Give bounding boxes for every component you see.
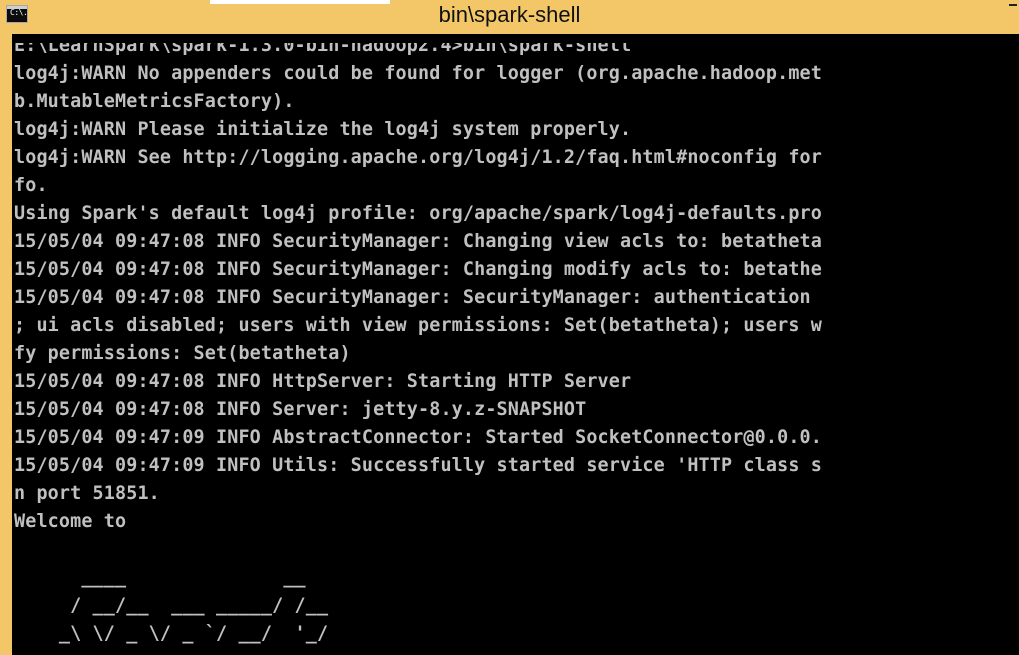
console-line: n port 51851. bbox=[14, 483, 160, 504]
console-line: log4j:WARN No appenders could be found f… bbox=[14, 63, 822, 84]
console-line: b.MutableMetricsFactory). bbox=[14, 91, 295, 112]
ascii-art-line: _\ \/ _ \/ _ `/ __/ '_/ bbox=[14, 623, 329, 644]
console-line: 15/05/04 09:47:09 INFO Utils: Successful… bbox=[14, 455, 822, 476]
console-line: 15/05/04 09:47:08 INFO SecurityManager: … bbox=[14, 259, 822, 280]
console-line: 15/05/04 09:47:08 INFO SecurityManager: … bbox=[14, 287, 811, 308]
console-line: log4j:WARN Please initialize the log4j s… bbox=[14, 119, 632, 140]
ascii-art-line: / __/__ ___ _____/ /__ bbox=[14, 595, 329, 616]
minimize-button[interactable] bbox=[1009, 4, 1017, 6]
title-bar[interactable]: C:\. bin\spark-shell bbox=[0, 0, 1019, 34]
console-line: 15/05/04 09:47:08 INFO SecurityManager: … bbox=[14, 231, 822, 252]
console-line: fy permissions: Set(betatheta) bbox=[14, 343, 351, 364]
console-line: Using Spark's default log4j profile: org… bbox=[14, 203, 822, 224]
console-line: fo. bbox=[14, 175, 48, 196]
console-line: 15/05/04 09:47:08 INFO HttpServer: Start… bbox=[14, 371, 632, 392]
console-output[interactable]: E:\LearnSpark\spark-1.3.0-bin-hadoop2.4>… bbox=[12, 43, 1019, 655]
console-lines: E:\LearnSpark\spark-1.3.0-bin-hadoop2.4>… bbox=[14, 43, 822, 648]
console-line: Welcome to bbox=[14, 511, 127, 532]
console-line: ; ui acls disabled; users with view perm… bbox=[14, 315, 822, 336]
console-line: 15/05/04 09:47:08 INFO Server: jetty-8.y… bbox=[14, 399, 587, 420]
console-top-edge bbox=[12, 34, 1019, 43]
ascii-art-line: ____ __ bbox=[14, 567, 306, 588]
console-line: log4j:WARN See http://logging.apache.org… bbox=[14, 147, 822, 168]
console-line: 15/05/04 09:47:09 INFO AbstractConnector… bbox=[14, 427, 822, 448]
window-title: bin\spark-shell bbox=[438, 2, 581, 27]
window-left-border bbox=[0, 34, 12, 655]
console-line: E:\LearnSpark\spark-1.3.0-bin-hadoop2.4>… bbox=[14, 43, 632, 56]
